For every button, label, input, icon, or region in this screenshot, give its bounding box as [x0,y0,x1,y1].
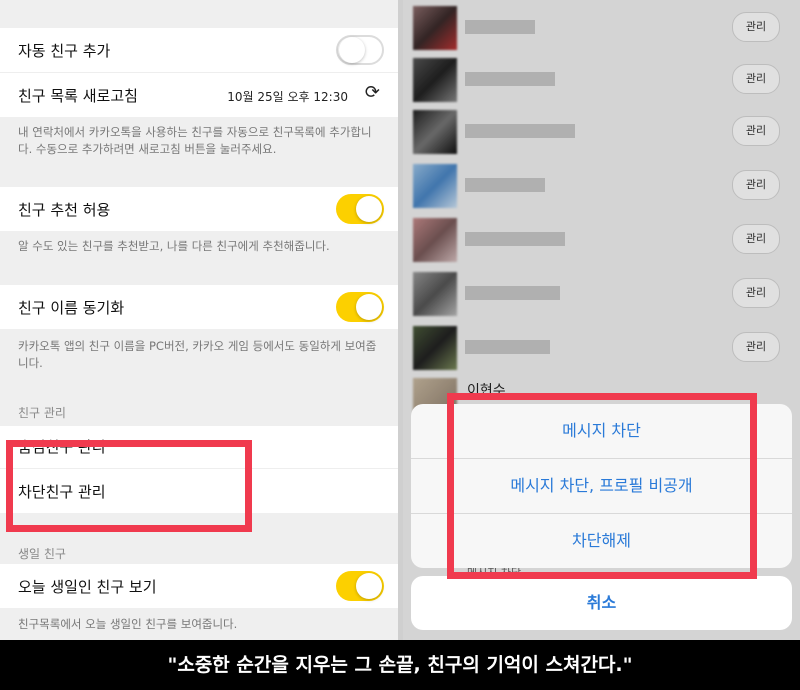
name-sync-label: 친구 이름 동기화 [18,299,125,317]
toggle-knob [356,294,382,320]
refresh-row: 친구 목록 새로고침 10월 25일 오후 12:30 ⟳ [0,72,398,117]
manage-section-header: 친구 관리 [18,406,66,420]
highlight-box [447,393,757,579]
auto-add-toggle[interactable] [336,35,384,65]
settings-panel: 자동 친구 추가 친구 목록 새로고침 10월 25일 오후 12:30 ⟳ 내… [0,0,398,640]
recommend-description: 알 수도 있는 친구를 추천받고, 나를 다른 친구에게 추천해줍니다. [18,239,330,253]
recommend-toggle[interactable] [336,194,384,224]
recommend-label: 친구 추천 허용 [18,201,111,219]
name-sync-description: 카카오톡 앱의 친구 이름을 PC버전, 카카오 게임 등에서도 동일하게 보여… [18,339,377,370]
highlight-box [6,440,252,532]
refresh-timestamp: 10월 25일 오후 12:30 [227,90,348,104]
birthday-toggle[interactable] [336,571,384,601]
birthday-row[interactable]: 오늘 생일인 친구 보기 [0,564,398,608]
birthday-label: 오늘 생일인 친구 보기 [18,578,157,596]
refresh-description: 내 연락처에서 카카오톡을 사용하는 친구를 자동으로 친구목록에 추가합니다.… [18,125,372,156]
toggle-knob [356,573,382,599]
refresh-icon[interactable]: ⟳ [365,82,380,103]
birthday-section-header: 생일 친구 [18,547,66,561]
auto-add-label: 자동 친구 추가 [18,42,111,60]
toggle-knob [356,196,382,222]
refresh-label: 친구 목록 새로고침 [18,87,138,105]
recommend-row[interactable]: 친구 추천 허용 [0,187,398,231]
birthday-description: 친구목록에서 오늘 생일인 친구를 보여줍니다. [18,617,238,631]
name-sync-toggle[interactable] [336,292,384,322]
caption-text: "소중한 순간을 지우는 그 손끝, 친구의 기억이 스쳐간다." [0,640,800,690]
cancel-button[interactable]: 취소 [411,576,792,630]
friend-list-panel: 관리 관리 관리 관리 관리 관리 관리 이현수 메시지 차단 메시지 차단 메… [403,0,800,640]
name-sync-row[interactable]: 친구 이름 동기화 [0,285,398,329]
auto-add-row[interactable]: 자동 친구 추가 [0,28,398,72]
toggle-knob [339,37,365,63]
